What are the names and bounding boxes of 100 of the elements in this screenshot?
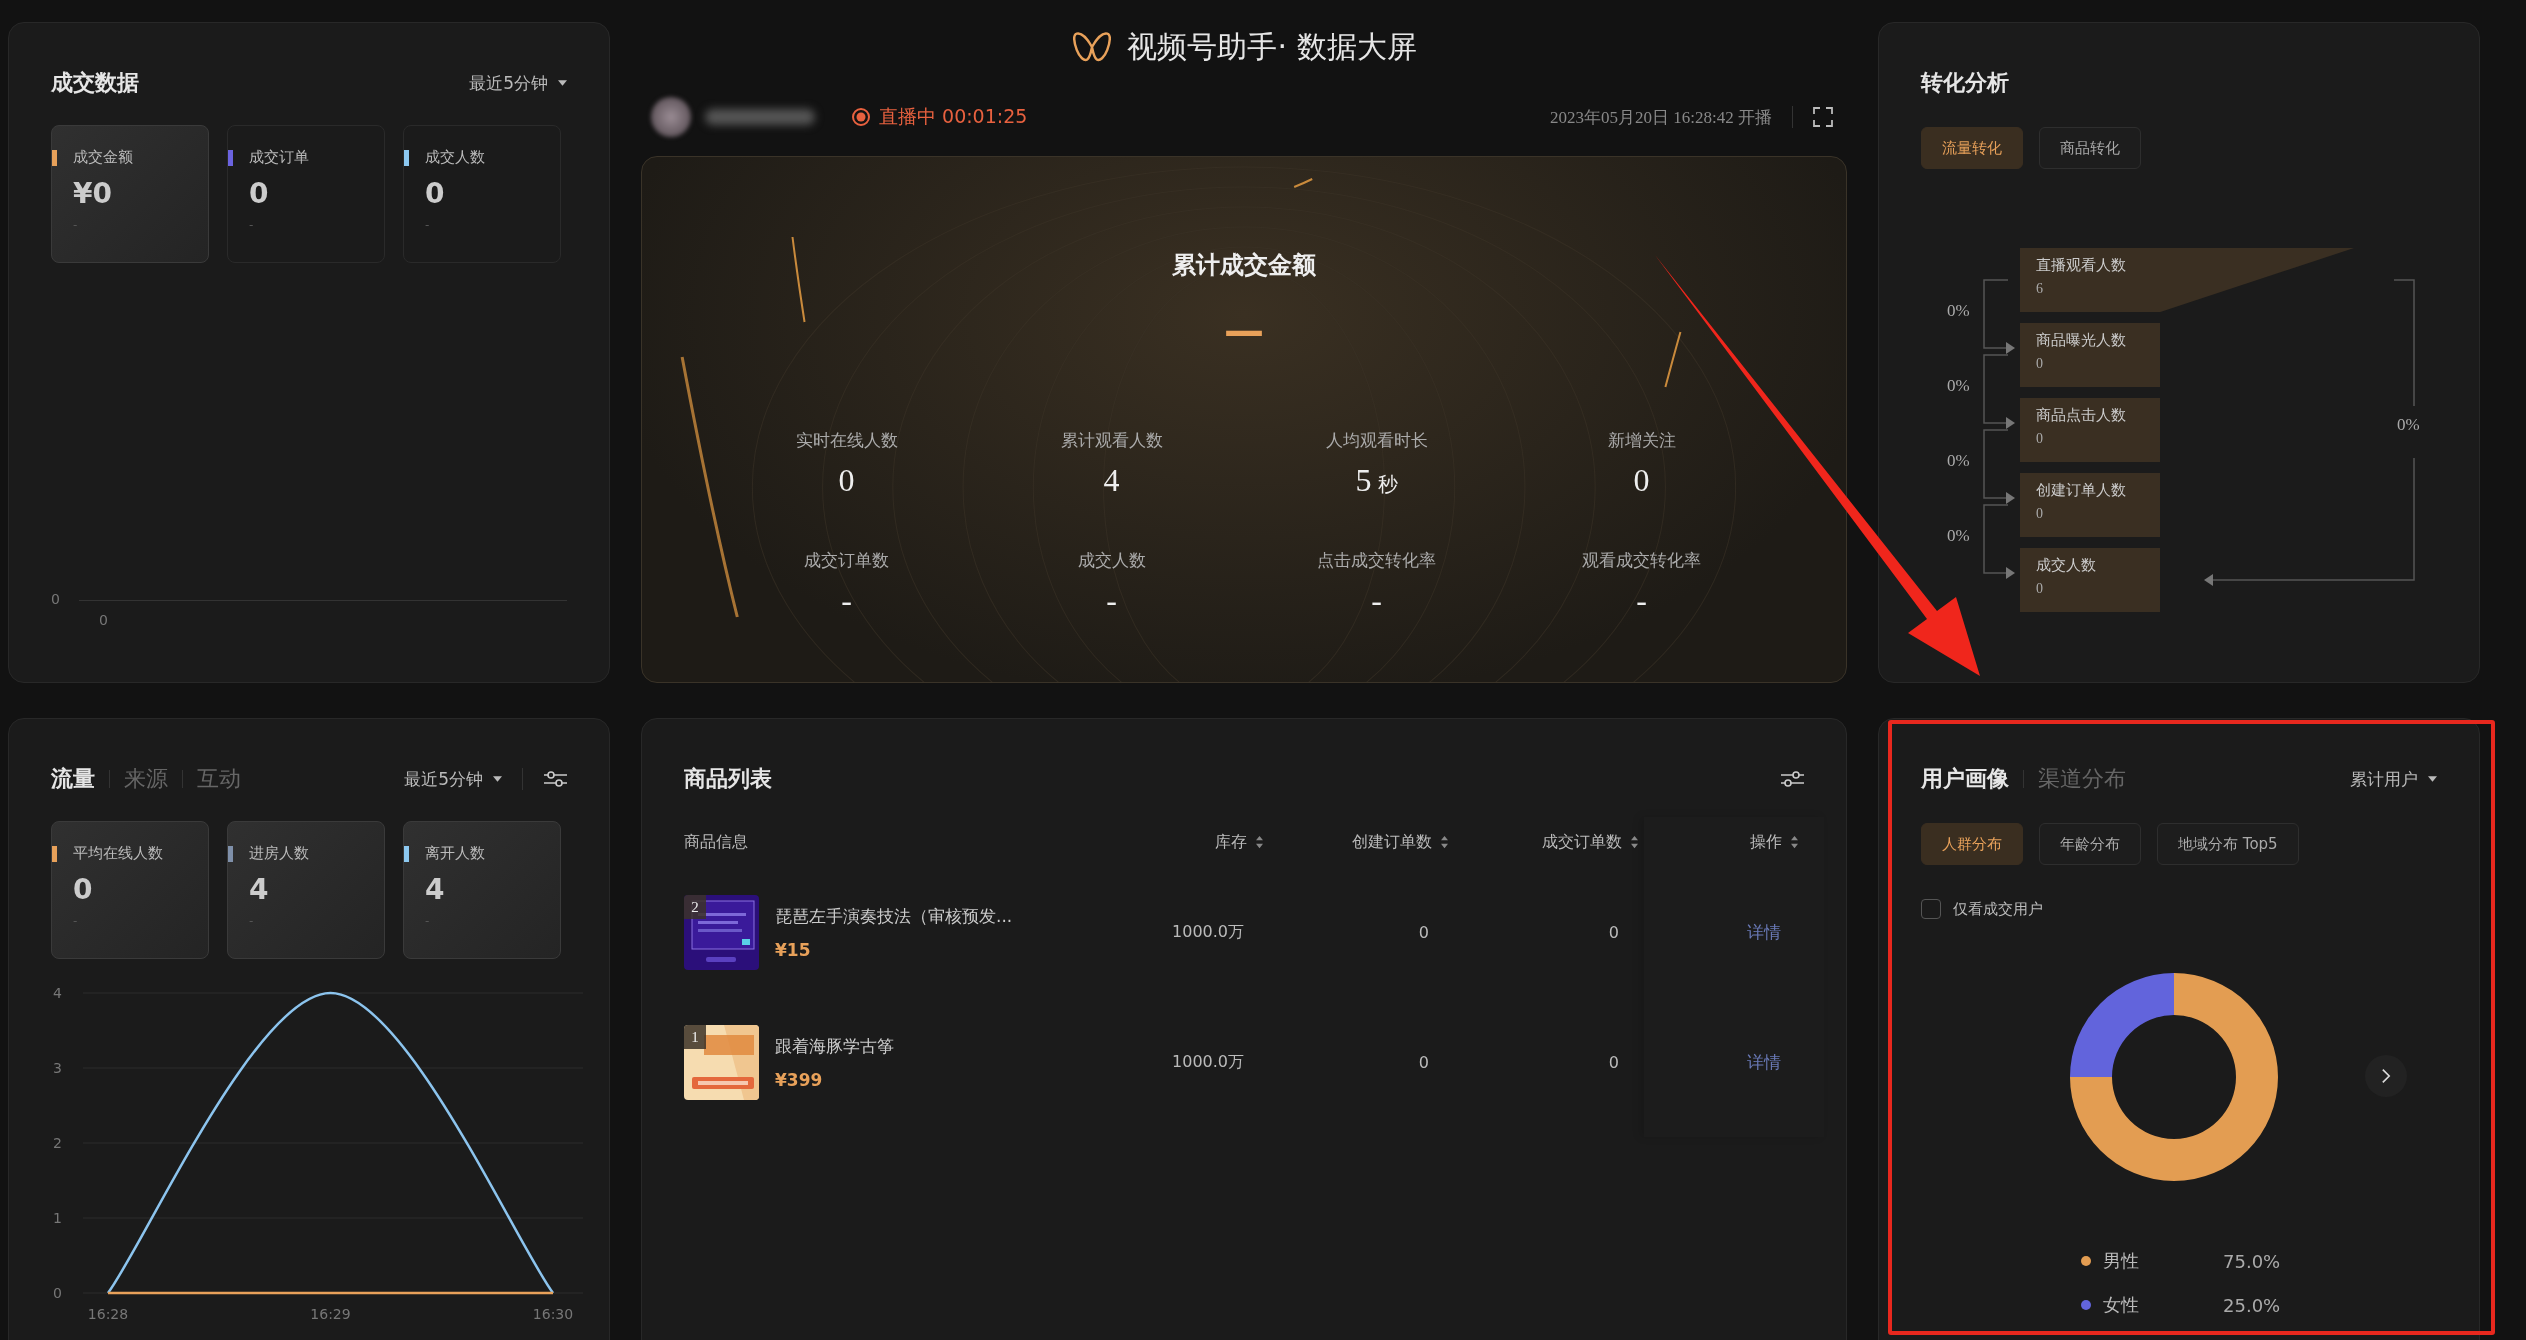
column-header: 操作: [1750, 831, 1782, 853]
tab[interactable]: 流量: [51, 764, 95, 794]
metric-label: 人均观看时长: [1325, 429, 1428, 452]
table-cell-text: 0: [1608, 922, 1620, 942]
checkbox[interactable]: [1921, 899, 1941, 919]
column-header: 成交订单数: [1542, 831, 1622, 853]
product-name: 跟着海豚学古筝: [775, 1034, 894, 1058]
fullscreen-icon[interactable]: [1813, 107, 1833, 127]
summary-value: —: [1224, 311, 1264, 351]
table-cell-text: 0: [1608, 1052, 1620, 1072]
stat-change: -: [425, 914, 431, 928]
sliders-icon[interactable]: [543, 769, 567, 789]
stat-change: -: [425, 218, 431, 232]
range-dropdown[interactable]: 最近5分钟: [404, 767, 502, 791]
column-header: 库存: [1215, 831, 1247, 853]
step-rate: 0%: [1947, 376, 1970, 396]
axis-tick-label: 16:29: [310, 1306, 351, 1322]
stat-card[interactable]: 进房人数 4 -: [227, 821, 385, 959]
funnel-step: 商品点击人数 0: [2020, 398, 2160, 462]
axis-tick-label: 4: [53, 985, 62, 1001]
sliders-icon[interactable]: [1780, 769, 1804, 789]
metric-label: 成交人数: [1077, 549, 1146, 572]
stat-value: 4: [425, 873, 446, 906]
tab[interactable]: 人群分布: [1921, 823, 2023, 865]
caret-icon: [558, 80, 567, 86]
stat-change: -: [249, 914, 255, 928]
metric-value: -: [1371, 582, 1382, 619]
product-name: 琵琶左手演奏技法（审核预发...: [775, 904, 1013, 928]
table-cell-text: 0: [1418, 922, 1430, 942]
stat-label: 成交人数: [425, 148, 485, 167]
legend-label: 男性: [2103, 1249, 2140, 1273]
product-price: ¥399: [775, 1069, 824, 1090]
summary-title: 累计成交金额: [1172, 250, 1316, 281]
page-title: 视频号助手· 数据大屏: [1127, 27, 1417, 66]
rank-badge: 1: [684, 1024, 706, 1049]
tab[interactable]: 商品转化: [2039, 127, 2141, 169]
stat-card[interactable]: 成交人数 0 -: [403, 125, 561, 263]
detail-link[interactable]: 详情: [1747, 1050, 1799, 1074]
sort-icon[interactable]: [1790, 835, 1799, 849]
stat-label: 离开人数: [425, 844, 485, 863]
stat-value: 4: [249, 873, 270, 906]
stat-label: 平均在线人数: [73, 844, 163, 863]
stat-change: -: [249, 218, 255, 232]
metric-label: 成交订单数: [804, 549, 889, 572]
metric-value: 4: [1103, 462, 1120, 499]
range-dropdown[interactable]: 累计用户: [2350, 767, 2437, 791]
metric-label: 观看成交转化率: [1582, 549, 1701, 572]
record-icon: [851, 107, 871, 127]
table-cell-text: 1000.0万: [1172, 1051, 1245, 1073]
panel-title: 商品列表: [684, 765, 772, 793]
metric-label: 实时在线人数: [795, 429, 898, 452]
tab[interactable]: 流量转化: [1921, 127, 2023, 169]
legend-value: 25.0%: [2223, 1294, 2281, 1316]
light-streak: [1293, 178, 1314, 188]
table-cell-text: 1000.0万: [1172, 921, 1245, 943]
column-header: 商品信息: [684, 831, 748, 853]
metric-value: -: [1106, 582, 1117, 619]
metric-value: -: [1636, 582, 1647, 619]
sort-icon[interactable]: [1255, 835, 1264, 849]
metric-value: 0: [1633, 462, 1650, 499]
caret-icon: [2428, 776, 2437, 782]
stat-card[interactable]: 平均在线人数 0 -: [51, 821, 209, 959]
range-dropdown[interactable]: 最近5分钟: [469, 71, 567, 95]
sort-icon[interactable]: [1440, 835, 1449, 849]
next-button[interactable]: [2365, 1055, 2407, 1097]
metric-value: 5 秒: [1355, 462, 1398, 499]
stat-card[interactable]: 离开人数 4 -: [403, 821, 561, 959]
avatar: [651, 97, 691, 137]
metric-label: 点击成交转化率: [1317, 549, 1436, 572]
axis-tick-label: 1: [53, 1210, 62, 1226]
metric-value: -: [841, 582, 852, 619]
product-price: ¥15: [775, 939, 812, 960]
axis-tick-label: 16:28: [87, 1306, 129, 1322]
tab[interactable]: 地域分布 Top5: [2157, 823, 2299, 865]
metric-label: 新增关注: [1607, 429, 1676, 452]
axis-tick-label: 2: [53, 1135, 62, 1151]
stat-card[interactable]: 成交订单 0 -: [227, 125, 385, 263]
table-cell-text: 0: [1418, 1052, 1430, 1072]
step-rate: 0%: [1947, 526, 1970, 546]
metric-value: 0: [838, 462, 855, 499]
logo-icon: [1071, 30, 1114, 64]
stat-change: -: [73, 218, 79, 232]
stat-value: ¥0: [73, 177, 113, 210]
detail-link[interactable]: 详情: [1747, 920, 1799, 944]
stat-card[interactable]: 成交金额 ¥0 -: [51, 125, 209, 263]
axis-tick-label: 0: [53, 1285, 62, 1301]
stat-label: 进房人数: [249, 844, 309, 863]
overall-rate: 0%: [2397, 415, 2420, 435]
start-time: 2023年05月20日 16:28:42 开播: [1550, 106, 1772, 129]
checkbox-label: 仅看成交用户: [1953, 899, 2043, 919]
stat-label: 成交订单: [249, 148, 309, 167]
tab[interactable]: 用户画像: [1921, 764, 2009, 794]
funnel-step: 成交人数 0: [2020, 548, 2160, 612]
step-rate: 0%: [1947, 451, 1970, 471]
chevron-icon: [2381, 1068, 2391, 1084]
column-header: 创建订单数: [1352, 831, 1432, 853]
sort-icon[interactable]: [1630, 835, 1639, 849]
legend-value: 75.0%: [2223, 1250, 2281, 1272]
tab[interactable]: 年龄分布: [2039, 823, 2141, 865]
stat-change: -: [73, 914, 79, 928]
